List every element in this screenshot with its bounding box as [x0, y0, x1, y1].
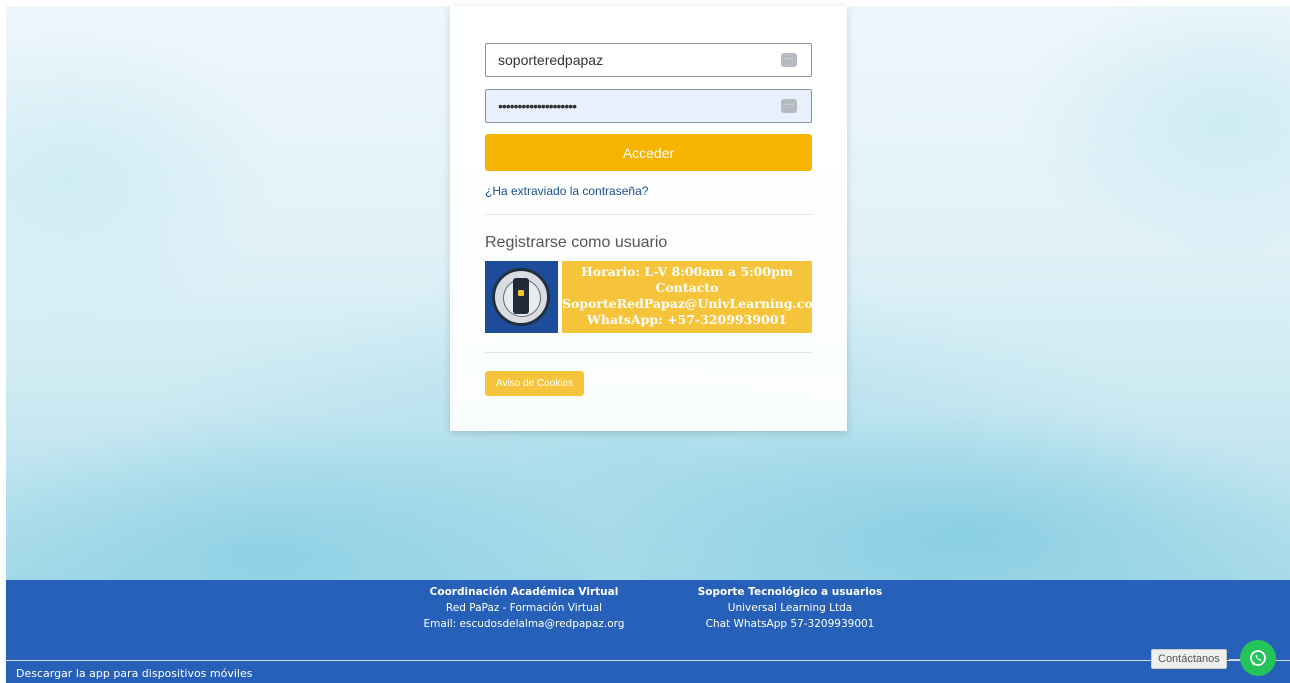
footer-academic-line: Red PaPaz - Formación Virtual — [445, 602, 603, 614]
username-value: soporteredpapaz — [498, 52, 604, 68]
username-input[interactable]: soporteredpapaz ··· — [485, 43, 812, 77]
footer-support-company: Universal Learning Ltda — [727, 602, 853, 614]
divider — [485, 352, 812, 353]
support-info: Horario: L-V 8:00am a 5:00pm Contacto So… — [562, 261, 812, 333]
login-card: soporteredpapaz ··· ••••••••••••••••••••… — [450, 6, 847, 431]
support-contact-label: Contacto — [655, 280, 719, 295]
support-whatsapp: WhatsApp: +57-3209939001 — [586, 312, 788, 327]
footer-academic-column: Coordinación Académica Virtual Red PaPaz… — [364, 584, 684, 632]
footer-support-heading: Soporte Tecnológico a usuarios — [697, 586, 883, 598]
footer-academic-heading: Coordinación Académica Virtual — [429, 586, 619, 598]
register-title: Registrarse como usuario — [485, 234, 668, 251]
footer-academic-email: Email: escudosdelalma@redpapaz.org — [423, 618, 625, 630]
support-email: SoporteRedPapaz@UnivLearning.com — [562, 296, 812, 311]
login-button[interactable]: Acceder — [485, 134, 812, 171]
password-value: •••••••••••••••••••• — [498, 98, 577, 114]
password-input[interactable]: •••••••••••••••••••• ··· — [485, 89, 812, 123]
cookies-notice-button[interactable]: Aviso de Cookies — [485, 371, 584, 396]
whatsapp-glyph — [1250, 650, 1266, 666]
mobile-phone-icon — [485, 261, 558, 333]
footer-divider — [6, 660, 1290, 661]
support-hours: Horario: L-V 8:00am a 5:00pm — [580, 264, 794, 279]
autofill-key-icon[interactable]: ··· — [781, 99, 797, 113]
whatsapp-icon[interactable] — [1240, 640, 1276, 676]
footer: Coordinación Académica Virtual Red PaPaz… — [6, 580, 1290, 683]
autofill-key-icon[interactable]: ··· — [781, 53, 797, 67]
divider — [485, 214, 812, 215]
download-app-link[interactable]: Descargar la app para dispositivos móvil… — [16, 667, 252, 680]
footer-support-column: Soporte Tecnológico a usuarios Universal… — [640, 584, 940, 632]
footer-support-whatsapp: Chat WhatsApp 57-3209939001 — [705, 618, 875, 630]
forgot-password-link[interactable]: ¿Ha extraviado la contraseña? — [485, 184, 648, 198]
support-banner: Horario: L-V 8:00am a 5:00pm Contacto So… — [485, 261, 812, 333]
contact-label[interactable]: Contáctanos — [1151, 649, 1227, 669]
